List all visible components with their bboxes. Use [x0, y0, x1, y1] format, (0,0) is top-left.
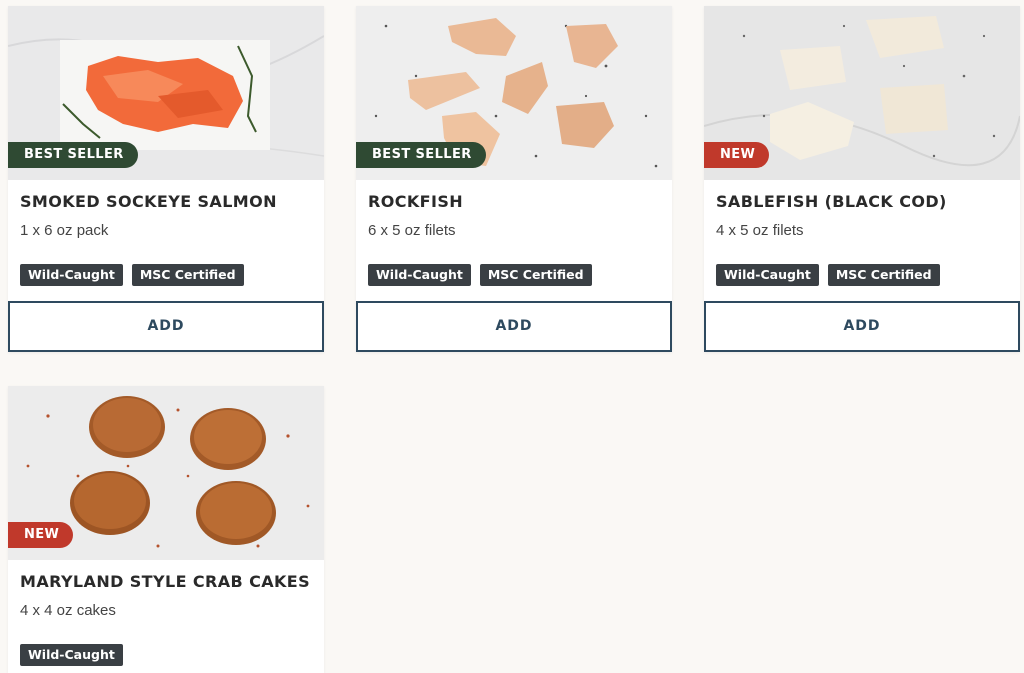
new-badge: NEW	[704, 142, 770, 168]
add-button[interactable]: ADD	[704, 301, 1020, 352]
add-button[interactable]: ADD	[8, 301, 324, 352]
product-image-crab-cakes[interactable]: NEW	[8, 386, 324, 560]
tag-wild-caught: Wild-Caught	[20, 644, 123, 666]
product-size: 4 x 5 oz filets	[716, 222, 804, 239]
tag-msc-certified: MSC Certified	[131, 264, 244, 286]
best-seller-badge: BEST SELLER	[8, 142, 138, 168]
product-card[interactable]: NEW SABLEFISH (BLACK COD) 4 x 5 oz filet…	[704, 6, 1020, 352]
tag-wild-caught: Wild-Caught	[368, 264, 471, 286]
tag-wild-caught: Wild-Caught	[716, 264, 819, 286]
product-size: 1 x 6 oz pack	[20, 222, 109, 239]
product-title[interactable]: MARYLAND STYLE CRAB CAKES	[8, 560, 324, 594]
product-title[interactable]: SABLEFISH (BLACK COD)	[704, 180, 1020, 214]
product-image-rockfish[interactable]: BEST SELLER	[356, 6, 672, 180]
product-size: 6 x 5 oz filets	[368, 222, 456, 239]
product-tags: Wild-Caught MSC Certified	[356, 264, 672, 286]
best-seller-badge: BEST SELLER	[356, 142, 486, 168]
product-image-sablefish[interactable]: NEW	[704, 6, 1020, 180]
product-tags: Wild-Caught MSC Certified	[8, 264, 324, 286]
add-button[interactable]: ADD	[356, 301, 672, 352]
product-card[interactable]: BEST SELLER ROCKFISH 6 x 5 oz filets Wil…	[356, 6, 672, 352]
tag-msc-certified: MSC Certified	[479, 264, 592, 286]
product-card[interactable]: NEW MARYLAND STYLE CRAB CAKES 4 x 4 oz c…	[8, 386, 324, 673]
product-tags: Wild-Caught	[8, 644, 324, 666]
product-title[interactable]: SMOKED SOCKEYE SALMON	[8, 180, 324, 214]
product-image-salmon[interactable]: BEST SELLER	[8, 6, 324, 180]
tag-msc-certified: MSC Certified	[827, 264, 940, 286]
tag-wild-caught: Wild-Caught	[20, 264, 123, 286]
product-card[interactable]: BEST SELLER SMOKED SOCKEYE SALMON 1 x 6 …	[8, 6, 324, 352]
product-size: 4 x 4 oz cakes	[20, 602, 116, 619]
new-badge: NEW	[8, 522, 74, 548]
product-tags: Wild-Caught MSC Certified	[704, 264, 1020, 286]
product-title[interactable]: ROCKFISH	[356, 180, 672, 214]
